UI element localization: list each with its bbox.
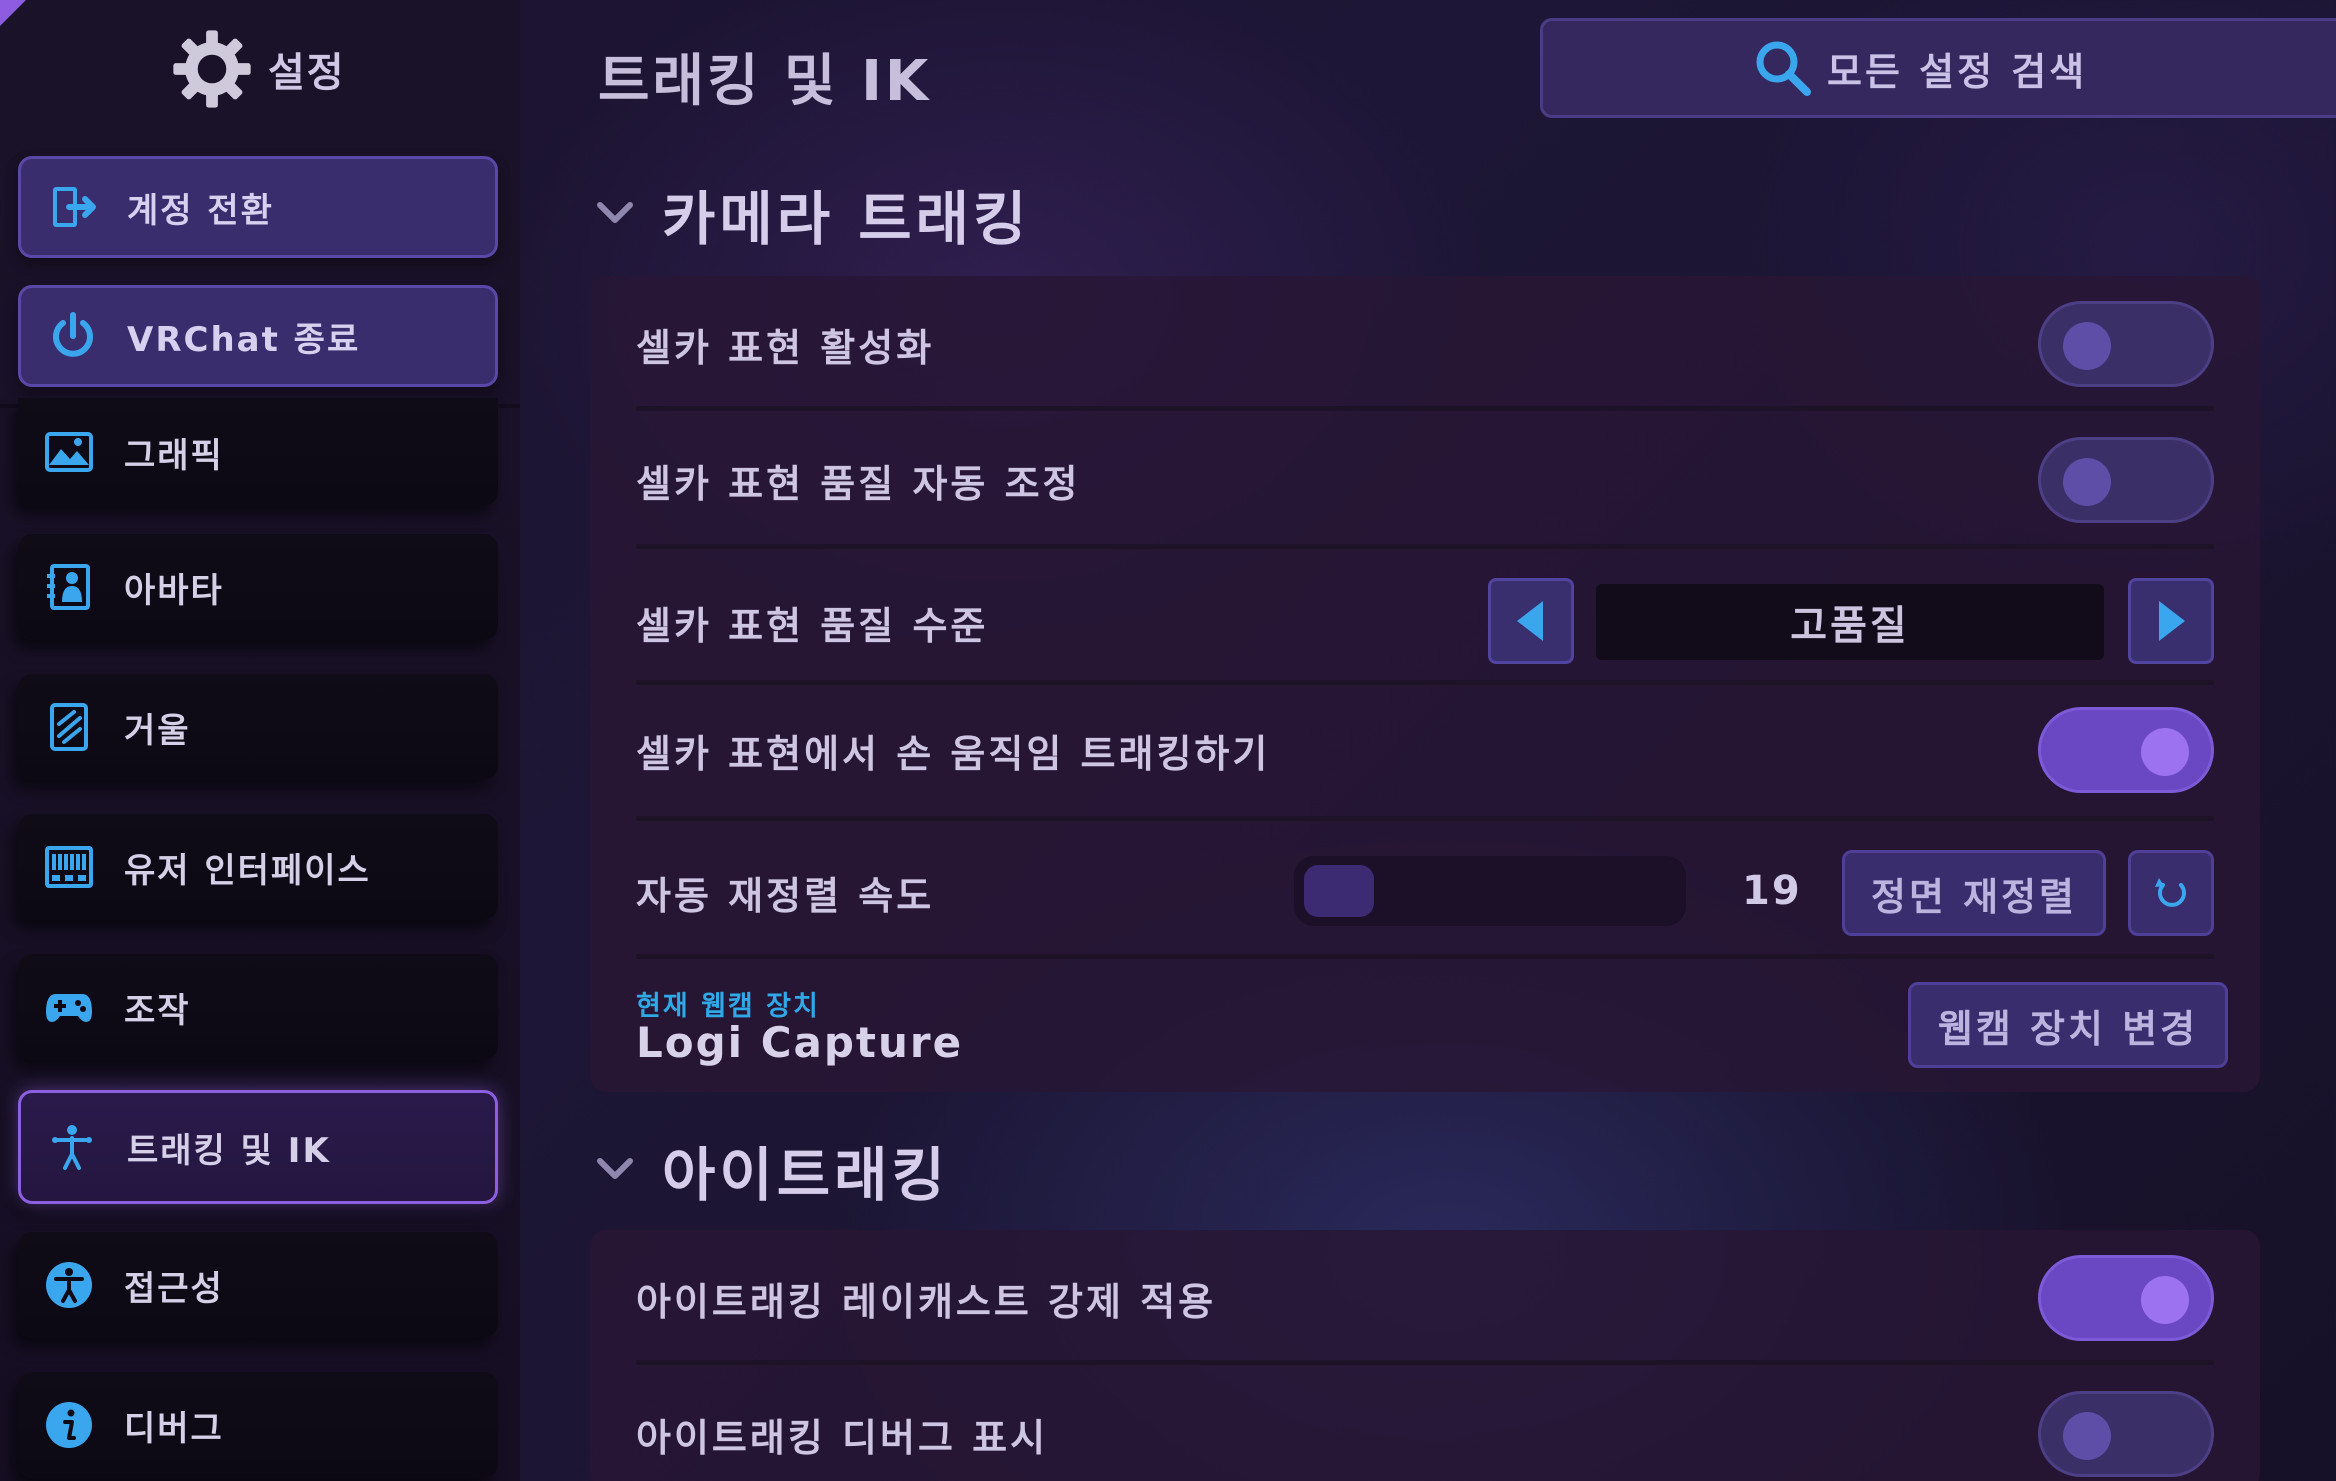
setting-label: 자동 재정렬 속도 — [636, 873, 935, 918]
toggle-knob — [2141, 1276, 2189, 1324]
quality-next-button[interactable] — [2128, 578, 2214, 664]
toggle-knob — [2141, 728, 2189, 776]
search-placeholder: 모든 설정 검색 — [1827, 49, 2088, 94]
search-icon — [1756, 41, 1811, 96]
setting-label: 셀카 표현에서 손 움직임 트래킹하기 — [636, 731, 1271, 776]
arrow-left-icon — [1517, 601, 1543, 641]
row-divider — [636, 816, 2214, 821]
setting-row-selfie-enable: 셀카 표현 활성화 — [636, 296, 2214, 392]
sidebar-item-label: 유저 인터페이스 — [124, 850, 371, 891]
gamepad-icon — [46, 994, 92, 1022]
ui-icon — [45, 846, 93, 888]
chevron-down-icon — [597, 1158, 633, 1179]
reset-button[interactable] — [2128, 850, 2214, 936]
row-divider — [636, 680, 2214, 685]
section-title: 아이트래킹 — [662, 1141, 949, 1209]
setting-label: 셀카 표현 활성화 — [636, 325, 935, 370]
auto-recenter-value: 19 — [1742, 868, 1802, 914]
selfie-hand-tracking-toggle[interactable] — [2038, 707, 2214, 793]
change-webcam-button[interactable]: 웹캠 장치 변경 — [1908, 982, 2228, 1068]
webcam-device-name: Logi Capture — [636, 1018, 964, 1067]
quit-vrchat-label: VRChat 종료 — [127, 319, 361, 360]
sidebar-item-label: 조작 — [124, 990, 191, 1031]
sidebar-item-controls[interactable]: 조작 — [18, 954, 498, 1060]
setting-row-selfie-auto-quality: 셀카 표현 품질 자동 조정 — [636, 432, 2214, 528]
gear-icon — [173, 30, 251, 108]
search-input[interactable]: 모든 설정 검색 — [1540, 18, 2336, 118]
corner-mark — [0, 0, 26, 26]
selfie-auto-quality-toggle[interactable] — [2038, 437, 2214, 523]
quality-prev-button[interactable] — [1488, 578, 1574, 664]
arrow-right-icon — [2159, 601, 2185, 641]
camera-tracking-header[interactable]: 카메라 트래킹 — [594, 172, 1030, 256]
setting-row-force-raycast: 아이트래킹 레이캐스트 강제 적용 — [636, 1250, 2214, 1346]
sidebar-item-accessibility[interactable]: 접근성 — [18, 1232, 498, 1338]
sidebar-item-label: 접근성 — [124, 1268, 224, 1309]
selfie-enable-toggle[interactable] — [2038, 301, 2214, 387]
sidebar-item-tracking-ik[interactable]: 트래킹 및 IK — [18, 1090, 498, 1204]
reset-icon — [2155, 878, 2186, 907]
sidebar-item-mirror[interactable]: 거울 — [18, 674, 498, 780]
power-icon — [53, 312, 93, 357]
switch-account-label: 계정 전환 — [127, 190, 274, 231]
setting-row-auto-recenter: 자동 재정렬 속도 19 정면 재정렬 — [636, 842, 2214, 942]
setting-row-selfie-quality-level: 셀카 표현 품질 수준 고품질 — [636, 572, 2214, 672]
avatar-icon — [47, 564, 90, 610]
sidebar-header: 설정 — [170, 24, 346, 114]
auto-recenter-slider[interactable] — [1294, 856, 1686, 926]
eye-tracking-header[interactable]: 아이트래킹 — [594, 1128, 949, 1212]
accessibility-icon — [46, 1262, 92, 1308]
section-title: 카메라 트래킹 — [662, 185, 1031, 253]
sidebar-item-label: 그래픽 — [124, 435, 224, 476]
toggle-knob — [2063, 322, 2111, 370]
sidebar-title: 설정 — [268, 50, 346, 96]
sidebar-item-label: 디버그 — [124, 1408, 224, 1449]
chevron-down-icon — [597, 202, 633, 223]
sidebar-item-label: 아바타 — [124, 570, 224, 611]
quality-level-value: 고품질 — [1596, 584, 2104, 660]
force-raycast-toggle[interactable] — [2038, 1255, 2214, 1341]
mirror-icon — [50, 703, 88, 751]
setting-label: 셀카 표현 품질 수준 — [636, 603, 989, 648]
sidebar-item-user-interface[interactable]: 유저 인터페이스 — [18, 814, 498, 920]
sidebar-item-debug[interactable]: 디버그 — [18, 1372, 498, 1478]
graphics-icon — [45, 432, 93, 472]
tracking-icon — [52, 1125, 92, 1170]
setting-label: 셀카 표현 품질 자동 조정 — [636, 461, 1081, 506]
slider-fill — [1304, 865, 1374, 917]
page-title: 트래킹 및 IK — [598, 49, 932, 114]
eye-debug-toggle[interactable] — [2038, 1391, 2214, 1477]
recenter-front-button[interactable]: 정면 재정렬 — [1842, 850, 2106, 936]
switch-account-icon — [53, 187, 96, 227]
switch-account-button[interactable]: 계정 전환 — [18, 156, 498, 258]
info-icon — [46, 1402, 92, 1448]
row-divider — [636, 406, 2214, 411]
setting-row-eye-debug: 아이트래킹 디버그 표시 — [636, 1386, 2214, 1481]
setting-row-selfie-hand-tracking: 셀카 표현에서 손 움직임 트래킹하기 — [636, 700, 2214, 800]
camera-tracking-panel: 셀카 표현 활성화 셀카 표현 품질 자동 조정 셀카 표현 품질 수준 고품질… — [590, 276, 2260, 1092]
eye-tracking-panel: 아이트래킹 레이캐스트 강제 적용 아이트래킹 디버그 표시 — [590, 1230, 2260, 1481]
row-divider — [636, 544, 2214, 549]
sidebar: 설정 계정 전환 VRChat 종료 그래픽 아바타 거울 유저 인터페이스 조… — [0, 0, 520, 1481]
row-divider — [636, 954, 2214, 959]
sidebar-item-label: 트래킹 및 IK — [127, 1130, 331, 1171]
toggle-knob — [2063, 1412, 2111, 1460]
setting-label: 아이트래킹 디버그 표시 — [636, 1415, 1049, 1460]
sidebar-item-avatar[interactable]: 아바타 — [18, 534, 498, 640]
row-divider — [636, 1360, 2214, 1365]
sidebar-item-label: 거울 — [124, 710, 191, 751]
sidebar-item-graphics[interactable]: 그래픽 — [18, 398, 498, 506]
quit-vrchat-button[interactable]: VRChat 종료 — [18, 285, 498, 387]
setting-label: 아이트래킹 레이캐스트 강제 적용 — [636, 1279, 1217, 1324]
toggle-knob — [2063, 458, 2111, 506]
